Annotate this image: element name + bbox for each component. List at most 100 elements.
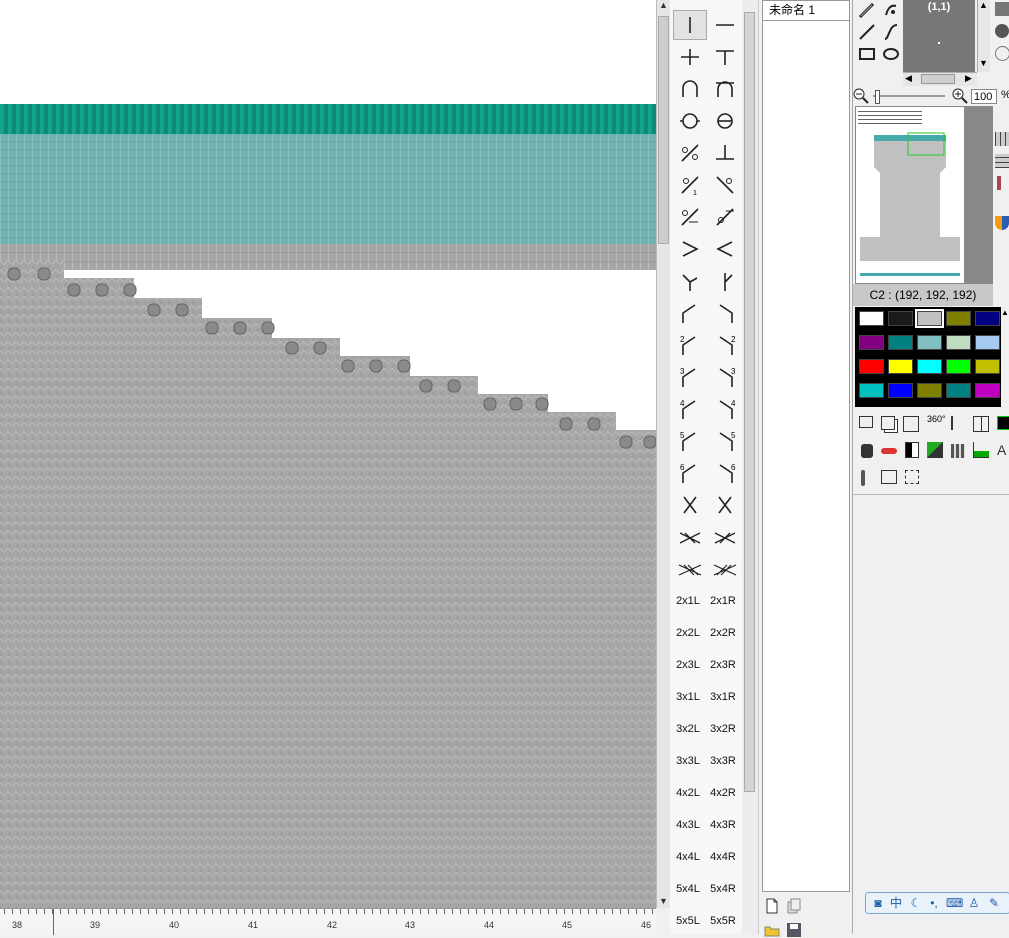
cable-symbol-5x5l[interactable]: 5x5L [671,906,705,936]
zoom-slider[interactable] [873,90,945,104]
symbol-bend-left-6-icon[interactable]: 6 [673,458,707,488]
coordbox-scroll-up-icon[interactable]: ▲ [979,0,988,10]
bar-tool-icon[interactable] [951,444,965,458]
coordbox-scroll-right-icon[interactable]: ▶ [965,73,972,84]
rotate-tool-icon[interactable]: 360° [927,414,946,424]
curve-tool-icon[interactable] [881,22,901,42]
needle-tool-icon[interactable] [861,470,865,486]
color-swatch[interactable] [917,383,942,398]
pencil-tool-icon[interactable] [857,0,877,20]
symbol-horizontal-line-icon[interactable] [708,10,742,40]
symbol-arch-closed-icon[interactable] [708,74,742,104]
coordbox-scroll-left-icon[interactable]: ◀ [905,73,912,84]
rectangle-tool-icon[interactable] [857,44,877,64]
color-swatch[interactable] [888,383,913,398]
coordbox-scroll-thumb[interactable] [921,74,955,84]
mirror-tool-icon[interactable] [951,416,967,430]
color-swatch[interactable] [888,311,913,326]
symbol-cross-right-icon[interactable] [708,202,742,232]
color-swatch[interactable] [946,383,971,398]
symbol-chevron-right-icon[interactable] [673,234,707,264]
new-document-icon[interactable] [764,898,780,914]
cable-symbol-3x2l[interactable]: 3x2L [671,714,705,744]
cable-symbol-2x3r[interactable]: 2x3R [706,650,740,680]
symbol-transfer-left-icon[interactable]: 1 [673,170,707,200]
navigator-preview[interactable] [855,106,993,284]
chart-tool-icon[interactable] [973,442,989,458]
symbol-bend-right-2-icon[interactable]: 2 [708,330,742,360]
copy-document-icon[interactable] [786,898,802,914]
copy-tool-icon[interactable] [881,416,895,430]
symbol-bend-left-4-icon[interactable]: 4 [673,394,707,424]
color-swatch[interactable] [975,311,1000,326]
symbol-arch-open-icon[interactable] [673,74,707,104]
symbol-x-cross-mirror-icon[interactable] [708,490,742,520]
color-swatch[interactable] [859,311,884,326]
cable-symbol-5x5r[interactable]: 5x5R [706,906,740,936]
color-swatch[interactable] [946,335,971,350]
moon-icon[interactable]: ☾ [908,895,924,911]
split-tool-icon[interactable] [905,442,919,458]
palette-scrollbar[interactable] [742,0,759,934]
symbol-bend-right-4-icon[interactable]: 4 [708,394,742,424]
cable-symbol-4x3l[interactable]: 4x3L [671,810,705,840]
symbol-double-cross-icon[interactable] [673,522,707,552]
cable-symbol-3x1l[interactable]: 3x1L [671,682,705,712]
cable-symbol-2x1r[interactable]: 2x1R [706,586,740,616]
grid-tool-icon[interactable] [973,416,989,432]
color-tool-black-icon[interactable] [997,416,1009,430]
tool-grid2-icon[interactable] [995,154,1009,168]
symbol-chevron-left-icon[interactable] [708,234,742,264]
color-swatch[interactable] [859,335,884,350]
zoom-out-icon[interactable] [853,88,869,104]
punctuation-icon[interactable]: •, [926,895,942,911]
scroll-up-arrow-icon[interactable]: ▲ [659,0,668,10]
symbol-circle-vertical-icon[interactable] [708,106,742,136]
ime-logo-icon[interactable]: ◙ [870,895,886,911]
symbol-bend-right-3-icon[interactable]: 3 [708,362,742,392]
zoom-in-icon[interactable] [952,88,968,104]
knit-canvas[interactable] [0,0,656,908]
tree-tool-icon[interactable] [905,470,919,484]
cable-symbol-3x2r[interactable]: 3x2R [706,714,740,744]
symbol-cross-left-icon[interactable] [673,202,707,232]
symbol-bend-left-5-icon[interactable]: 5 [673,426,707,456]
coordbox-scroll-down-icon[interactable]: ▼ [979,58,988,68]
cable-symbol-2x3l[interactable]: 2x3L [671,650,705,680]
symbol-vertical-line-icon[interactable] [673,10,707,40]
symbol-y-right-icon[interactable] [708,266,742,296]
symbol-double-cross-mirror-icon[interactable] [708,522,742,552]
shape-circle-outline[interactable] [995,46,1009,61]
symbol-bend-right-6-icon[interactable]: 6 [708,458,742,488]
cable-symbol-2x2r[interactable]: 2x2R [706,618,740,648]
color-scroll-up-icon[interactable]: ▲ [1001,308,1009,320]
cable-symbol-5x4r[interactable]: 5x4R [706,874,740,904]
symbol-triple-cross-mirror-icon[interactable] [708,554,742,584]
ime-mode-button[interactable]: 中 [888,895,904,911]
coordbox-vertical-scrollbar[interactable]: ▲ ▼ [977,0,990,72]
color-swatch[interactable] [859,383,884,398]
symbol-t-shape-icon[interactable] [708,42,742,72]
color-swatch[interactable] [888,359,913,374]
shape-circle-filled[interactable] [995,24,1009,38]
cable-symbol-3x3l[interactable]: 3x3L [671,746,705,776]
save-icon[interactable] [786,922,802,938]
symbol-slash-circles-icon[interactable] [673,138,707,168]
canvas-vertical-scrollbar[interactable]: ▲ ▼ [656,0,671,908]
bucket-tool-icon[interactable] [861,444,873,458]
symbol-bend-right-5-icon[interactable]: 5 [708,426,742,456]
scroll-down-arrow-icon[interactable]: ▼ [659,896,668,906]
color-swatch[interactable] [975,359,1000,374]
coordinate-viewport[interactable]: (1,1) [903,0,975,74]
resize-tool-icon[interactable] [903,416,919,432]
symbol-triple-cross-icon[interactable] [673,554,707,584]
cable-symbol-5x4l[interactable]: 5x4L [671,874,705,904]
symbol-plus-icon[interactable] [673,42,707,72]
cable-symbol-4x3r[interactable]: 4x3R [706,810,740,840]
link-tool-icon[interactable] [881,448,897,454]
ellipse-tool-icon[interactable] [881,44,901,64]
fill-swatch-square[interactable] [995,2,1009,16]
color-swatch[interactable] [975,335,1000,350]
palette-scroll-thumb[interactable] [744,12,755,792]
select-tool-icon[interactable] [859,416,873,428]
